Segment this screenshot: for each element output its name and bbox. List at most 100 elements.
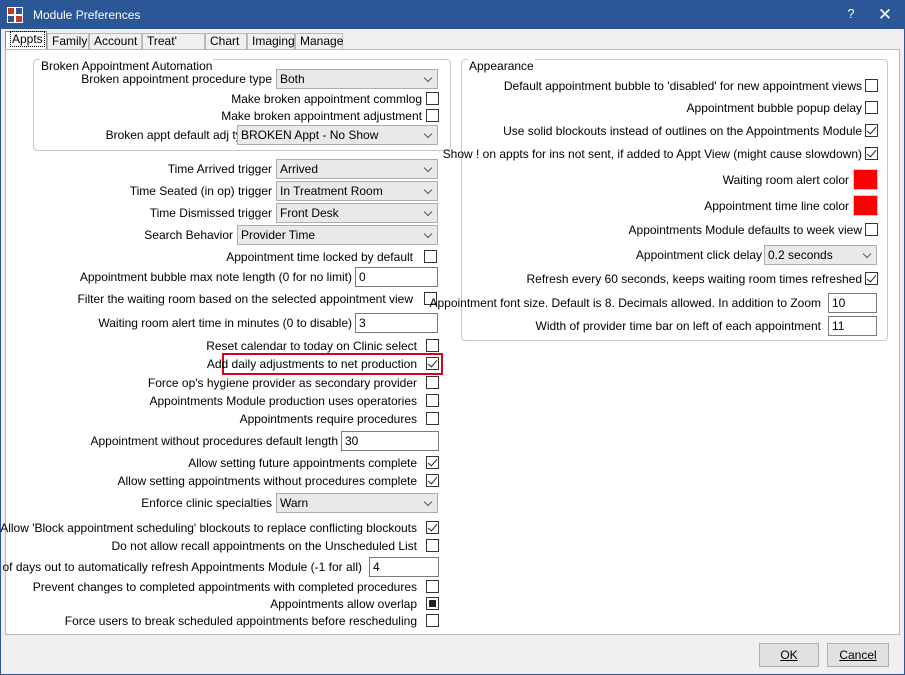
- provider-bar-input[interactable]: 11: [828, 316, 877, 336]
- chevron-down-icon: [423, 207, 433, 217]
- bubble-max-label: Appointment bubble max note length (0 fo…: [79, 270, 352, 284]
- time-locked-checkbox[interactable]: [424, 250, 437, 263]
- title-bar[interactable]: Module Preferences ? ✕: [1, 1, 904, 29]
- appts-tab-panel: Broken Appointment Automation Broken app…: [0, 49, 900, 635]
- app-grid-icon: [7, 7, 23, 23]
- window-title: Module Preferences: [33, 8, 141, 22]
- solid-blockouts-label: Use solid blockouts instead of outlines …: [503, 124, 862, 138]
- chevron-down-icon: [862, 249, 872, 259]
- solid-blockouts-checkbox[interactable]: [865, 124, 878, 137]
- refresh-days-input[interactable]: 4: [369, 557, 439, 577]
- future-complete-checkbox[interactable]: [426, 456, 439, 469]
- popup-delay-checkbox[interactable]: [865, 101, 878, 114]
- waiting-alert-input[interactable]: 3: [355, 313, 438, 333]
- chevron-down-icon: [423, 229, 433, 239]
- module-preferences-window: Module Preferences ? ✕ Appts Family Acco…: [0, 0, 905, 675]
- cancel-button[interactable]: Cancel: [827, 643, 889, 667]
- daily-adj-checkbox[interactable]: [426, 357, 439, 370]
- clinic-spec-label: Enforce clinic specialties: [141, 496, 272, 510]
- require-proc-checkbox[interactable]: [426, 412, 439, 425]
- click-delay-select[interactable]: 0.2 seconds: [764, 245, 877, 265]
- no-recall-label: Do not allow recall appointments on the …: [111, 539, 417, 553]
- time-dismissed-select[interactable]: Front Desk: [276, 203, 438, 223]
- provider-bar-label: Width of provider time bar on left of ea…: [535, 319, 822, 333]
- bubble-disabled-label: Default appointment bubble to 'disabled'…: [503, 79, 862, 93]
- time-arrived-select[interactable]: Arrived: [276, 159, 438, 179]
- broken-adjustment-label: Make broken appointment adjustment: [221, 109, 422, 123]
- allow-overlap-checkbox[interactable]: [426, 597, 439, 610]
- bubble-disabled-checkbox[interactable]: [865, 79, 878, 92]
- tab-family[interactable]: Family: [47, 33, 89, 50]
- font-size-input[interactable]: 10: [828, 293, 877, 313]
- show-ins-checkbox[interactable]: [865, 147, 878, 160]
- reset-calendar-label: Reset calendar to today on Clinic select: [206, 339, 417, 353]
- filter-waiting-label: Filter the waiting room based on the sel…: [77, 292, 413, 306]
- broken-group-title: Broken Appointment Automation: [40, 59, 214, 73]
- time-seated-label: Time Seated (in op) trigger: [129, 184, 272, 198]
- prevent-changes-checkbox[interactable]: [426, 580, 439, 593]
- broken-adj-type-select[interactable]: BROKEN Appt - No Show: [237, 125, 438, 145]
- time-dismissed-label: Time Dismissed trigger: [149, 206, 272, 220]
- tab-account[interactable]: Account: [89, 33, 142, 50]
- clinic-spec-select[interactable]: Warn: [276, 493, 438, 513]
- time-locked-label: Appointment time locked by default: [226, 250, 413, 264]
- refresh-days-label: Number of days out to automatically refr…: [0, 560, 362, 574]
- close-button[interactable]: ✕: [873, 4, 897, 26]
- force-break-checkbox[interactable]: [426, 614, 439, 627]
- help-button[interactable]: ?: [841, 6, 861, 24]
- broken-proc-type-select[interactable]: Both: [276, 69, 438, 89]
- waiting-color-swatch[interactable]: [853, 169, 878, 190]
- waiting-color-label: Waiting room alert color: [722, 173, 849, 187]
- force-hygiene-checkbox[interactable]: [426, 376, 439, 389]
- refresh-60-checkbox[interactable]: [865, 272, 878, 285]
- no-proc-length-input[interactable]: 30: [341, 431, 439, 451]
- chevron-down-icon: [423, 497, 433, 507]
- chevron-down-icon: [423, 185, 433, 195]
- module-prod-checkbox[interactable]: [426, 394, 439, 407]
- bubble-max-input[interactable]: 0: [355, 267, 438, 287]
- time-arrived-label: Time Arrived trigger: [167, 162, 272, 176]
- prevent-changes-label: Prevent changes to completed appointment…: [32, 580, 417, 594]
- tab-imaging[interactable]: Imaging: [247, 33, 295, 50]
- module-prod-label: Appointments Module production uses oper…: [149, 394, 418, 408]
- tab-appts[interactable]: Appts: [5, 31, 47, 50]
- block-sched-checkbox[interactable]: [426, 521, 439, 534]
- require-proc-label: Appointments require procedures: [239, 412, 417, 426]
- daily-adj-label: Add daily adjustments to net production: [206, 357, 417, 371]
- search-behavior-select[interactable]: Provider Time: [237, 225, 438, 245]
- week-view-label: Appointments Module defaults to week vie…: [628, 223, 862, 237]
- time-seated-select[interactable]: In Treatment Room: [276, 181, 438, 201]
- chevron-down-icon: [423, 73, 433, 83]
- without-proc-complete-label: Allow setting appointments without proce…: [117, 474, 418, 488]
- broken-commlog-checkbox[interactable]: [426, 92, 439, 105]
- font-size-label: Appointment font size. Default is 8. Dec…: [429, 296, 821, 310]
- popup-delay-label: Appointment bubble popup delay: [686, 101, 862, 115]
- broken-commlog-label: Make broken appointment commlog: [231, 92, 422, 106]
- refresh-60-label: Refresh every 60 seconds, keeps waiting …: [526, 272, 863, 286]
- search-behavior-label: Search Behavior: [144, 228, 233, 242]
- broken-adjustment-checkbox[interactable]: [426, 109, 439, 122]
- broken-proc-type-label: Broken appointment procedure type: [81, 72, 272, 86]
- week-view-checkbox[interactable]: [865, 223, 878, 236]
- ok-button[interactable]: OK: [759, 643, 819, 667]
- future-complete-label: Allow setting future appointments comple…: [188, 456, 417, 470]
- allow-overlap-label: Appointments allow overlap: [270, 597, 417, 611]
- waiting-alert-label: Waiting room alert time in minutes (0 to…: [98, 316, 352, 330]
- tab-chart[interactable]: Chart: [205, 33, 247, 50]
- click-delay-label: Appointment click delay: [635, 248, 762, 262]
- reset-calendar-checkbox[interactable]: [426, 339, 439, 352]
- chevron-down-icon: [423, 129, 433, 139]
- broken-adj-type-label: Broken appt default adj type: [105, 128, 255, 142]
- force-hygiene-label: Force op's hygiene provider as secondary…: [147, 376, 417, 390]
- without-proc-complete-checkbox[interactable]: [426, 474, 439, 487]
- no-recall-checkbox[interactable]: [426, 539, 439, 552]
- block-sched-label: Allow 'Block appointment scheduling' blo…: [0, 521, 417, 535]
- tab-treat-plan[interactable]: Treat' Plan: [142, 33, 205, 63]
- time-line-color-label: Appointment time line color: [704, 199, 849, 213]
- show-ins-label: Show ! on appts for ins not sent, if add…: [442, 147, 862, 161]
- force-break-label: Force users to break scheduled appointme…: [64, 614, 417, 628]
- appearance-group-title: Appearance: [468, 59, 535, 73]
- time-line-color-swatch[interactable]: [853, 195, 878, 216]
- no-proc-length-label: Appointment without procedures default l…: [90, 434, 339, 448]
- tab-manage[interactable]: Manage: [295, 33, 343, 50]
